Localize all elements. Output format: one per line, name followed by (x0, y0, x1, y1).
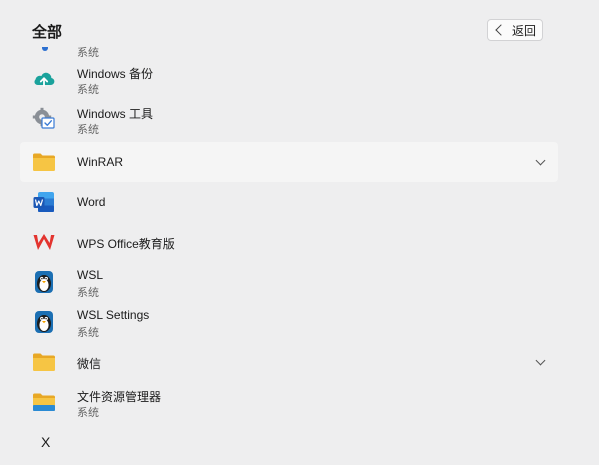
list-item-name: WSL Settings (77, 308, 150, 322)
list-item-name: 文件资源管理器 (77, 390, 162, 404)
list-item-name: Windows 备份 (77, 67, 154, 81)
penguin-icon (35, 271, 53, 293)
list-item-windows-backup[interactable]: Windows 备份 系统 (20, 59, 558, 99)
list-item-sub: 系统 (77, 84, 99, 96)
list-item-name: WSL (77, 268, 104, 282)
penguin-icon (35, 311, 53, 333)
file-explorer-icon (33, 393, 55, 411)
chevron-down-icon[interactable] (535, 155, 546, 166)
app-list[interactable]: 系统 Windows 备份 系统 Windows 工具 系统 WinRAR Wo… (0, 44, 599, 465)
list-item-wsl[interactable]: WSL 系统 (20, 262, 558, 302)
settings-icon (42, 47, 48, 51)
list-item-sub: 系统 (77, 327, 99, 339)
list-item-winrar-folder[interactable]: WinRAR (20, 142, 558, 182)
list-item-name: Word (77, 195, 106, 209)
list-item-name: Windows 工具 (77, 107, 154, 121)
header: 全部 返回 (0, 0, 599, 44)
list-item-wechat-folder[interactable]: 微信 (20, 342, 558, 382)
list-item-sub: 系统 (77, 124, 99, 136)
list-item-wps-office[interactable]: WPS Office教育版 (20, 222, 558, 262)
word-icon (33, 192, 54, 212)
folder-icon (33, 153, 55, 171)
back-button-label: 返回 (512, 23, 537, 38)
list-item-wsl-settings[interactable]: WSL Settings 系统 (20, 302, 558, 342)
list-item-word[interactable]: Word (20, 182, 558, 222)
list-item-sub: 系统 (77, 407, 99, 419)
cloud-backup-icon (34, 72, 55, 87)
list-item-windows-tools[interactable]: Windows 工具 系统 (20, 99, 558, 139)
page-title: 全部 (32, 24, 63, 41)
list-item-sub: 系统 (77, 287, 99, 299)
list-item-file-explorer[interactable]: 文件资源管理器 系统 (20, 382, 558, 422)
section-letter[interactable]: X (41, 434, 50, 450)
back-button[interactable]: 返回 (487, 19, 543, 41)
wps-icon (33, 234, 55, 250)
windows-tools-icon (32, 107, 55, 129)
list-item-sub: 系统 (77, 47, 99, 59)
list-item-name: WPS Office教育版 (77, 237, 175, 251)
chevron-left-icon (495, 24, 507, 36)
list-item-name: WinRAR (77, 155, 124, 169)
chevron-down-icon[interactable] (535, 355, 546, 366)
folder-icon (33, 353, 55, 371)
list-item-name: 微信 (77, 357, 102, 371)
